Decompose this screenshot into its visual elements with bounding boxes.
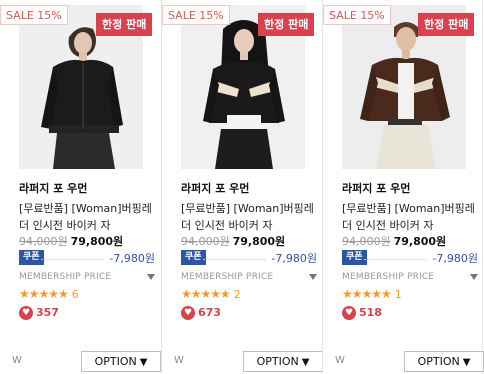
- star-rating-icon: ★★★★★: [342, 287, 392, 301]
- like-count: 518: [359, 306, 382, 319]
- caret-down-icon: ▼: [462, 357, 471, 368]
- membership-price-toggle[interactable]: MEMBERSHIP PRICE: [342, 272, 478, 282]
- price-row: 94,000원 79,800원: [181, 233, 285, 249]
- option-button[interactable]: OPTION ▼: [81, 351, 161, 372]
- product-name[interactable]: [무료반품] [Woman]버핑레더 인시전 바이커 자: [342, 200, 478, 234]
- membership-price-toggle[interactable]: MEMBERSHIP PRICE: [19, 272, 155, 282]
- option-label: OPTION: [94, 355, 137, 368]
- divider: [364, 259, 426, 260]
- like-count: 673: [198, 306, 221, 319]
- coupon-row: 쿠폰 -7,980원: [19, 250, 155, 268]
- brand-name[interactable]: 라퍼지 포 우먼: [181, 180, 249, 196]
- coupon-row: 쿠폰 -7,980원: [342, 250, 478, 268]
- coupon-tag: 쿠폰: [19, 250, 44, 265]
- membership-price-label: MEMBERSHIP PRICE: [342, 272, 435, 282]
- brand-name[interactable]: 라퍼지 포 우먼: [19, 180, 87, 196]
- caret-down-icon: [147, 274, 155, 280]
- star-rating-icon: ★★★★★: [19, 287, 69, 301]
- original-price: 94,000원: [181, 235, 230, 248]
- coupon-amount: -7,980원: [432, 252, 478, 265]
- price-row: 94,000원 79,800원: [342, 233, 446, 249]
- coupon-amount: -7,980원: [109, 252, 155, 265]
- review-count: 1: [394, 288, 402, 301]
- product-card[interactable]: SALE 15% 한정 판매 라퍼지 포 우먼 [무료반품] [Woman]버핑…: [322, 0, 484, 374]
- sale-badge: SALE 15%: [323, 5, 391, 25]
- product-grid: SALE 15% 한정 판매 라퍼지 포 우먼 [무료반품] [Woman]버핑…: [0, 0, 484, 374]
- price-row: 94,000원 79,800원: [19, 233, 123, 249]
- membership-price-label: MEMBERSHIP PRICE: [181, 272, 274, 282]
- sale-price: 79,800원: [232, 235, 286, 248]
- review-count: 6: [71, 288, 79, 301]
- product-name[interactable]: [무료반품] [Woman]버핑레더 인시전 바이커 자: [19, 200, 155, 234]
- w-label: W: [335, 355, 345, 366]
- product-name[interactable]: [무료반품] [Woman]버핑레더 인시전 바이커 자: [181, 200, 317, 234]
- heart-icon: ♥: [342, 306, 356, 320]
- original-price: 94,000원: [19, 235, 68, 248]
- coupon-tag: 쿠폰: [342, 250, 367, 265]
- heart-icon: ♥: [181, 306, 195, 320]
- original-price: 94,000원: [342, 235, 391, 248]
- heart-icon: ♥: [19, 306, 33, 320]
- rating-row: ★★★★★ 6: [19, 287, 79, 301]
- divider: [203, 259, 265, 260]
- like-button[interactable]: ♥ 518: [342, 306, 382, 320]
- rating-row: ★★★★★ 2: [181, 287, 241, 301]
- option-label: OPTION: [417, 355, 460, 368]
- coupon-row: 쿠폰 -7,980원: [181, 250, 317, 268]
- coupon-amount: -7,980원: [271, 252, 317, 265]
- coupon-tag: 쿠폰: [181, 250, 206, 265]
- membership-price-toggle[interactable]: MEMBERSHIP PRICE: [181, 272, 317, 282]
- star-rating-icon: ★★★★★: [181, 287, 231, 301]
- sale-price: 79,800원: [70, 235, 124, 248]
- like-count: 357: [36, 306, 59, 319]
- sale-price: 79,800원: [393, 235, 447, 248]
- limited-sale-badge: 한정 판매: [96, 13, 153, 36]
- limited-sale-badge: 한정 판매: [258, 13, 315, 36]
- w-label: W: [174, 355, 184, 366]
- product-card[interactable]: SALE 15% 한정 판매 라퍼지 포 우먼 [무료반품] [Woman]버핑…: [161, 0, 323, 374]
- caret-down-icon: ▼: [139, 357, 148, 368]
- limited-sale-badge: 한정 판매: [418, 13, 475, 36]
- rating-row: ★★★★★ 1: [342, 287, 402, 301]
- divider: [41, 259, 103, 260]
- like-button[interactable]: ♥ 357: [19, 306, 59, 320]
- membership-price-label: MEMBERSHIP PRICE: [19, 272, 112, 282]
- option-button[interactable]: OPTION ▼: [243, 351, 323, 372]
- review-count: 2: [233, 288, 241, 301]
- product-card[interactable]: SALE 15% 한정 판매 라퍼지 포 우먼 [무료반품] [Woman]버핑…: [0, 0, 161, 374]
- sale-badge: SALE 15%: [162, 5, 230, 25]
- option-label: OPTION: [256, 355, 299, 368]
- caret-down-icon: [470, 274, 478, 280]
- caret-down-icon: [309, 274, 317, 280]
- option-button[interactable]: OPTION ▼: [404, 351, 484, 372]
- caret-down-icon: ▼: [301, 357, 310, 368]
- w-label: W: [12, 355, 22, 366]
- sale-badge: SALE 15%: [0, 5, 68, 25]
- like-button[interactable]: ♥ 673: [181, 306, 221, 320]
- brand-name[interactable]: 라퍼지 포 우먼: [342, 180, 410, 196]
